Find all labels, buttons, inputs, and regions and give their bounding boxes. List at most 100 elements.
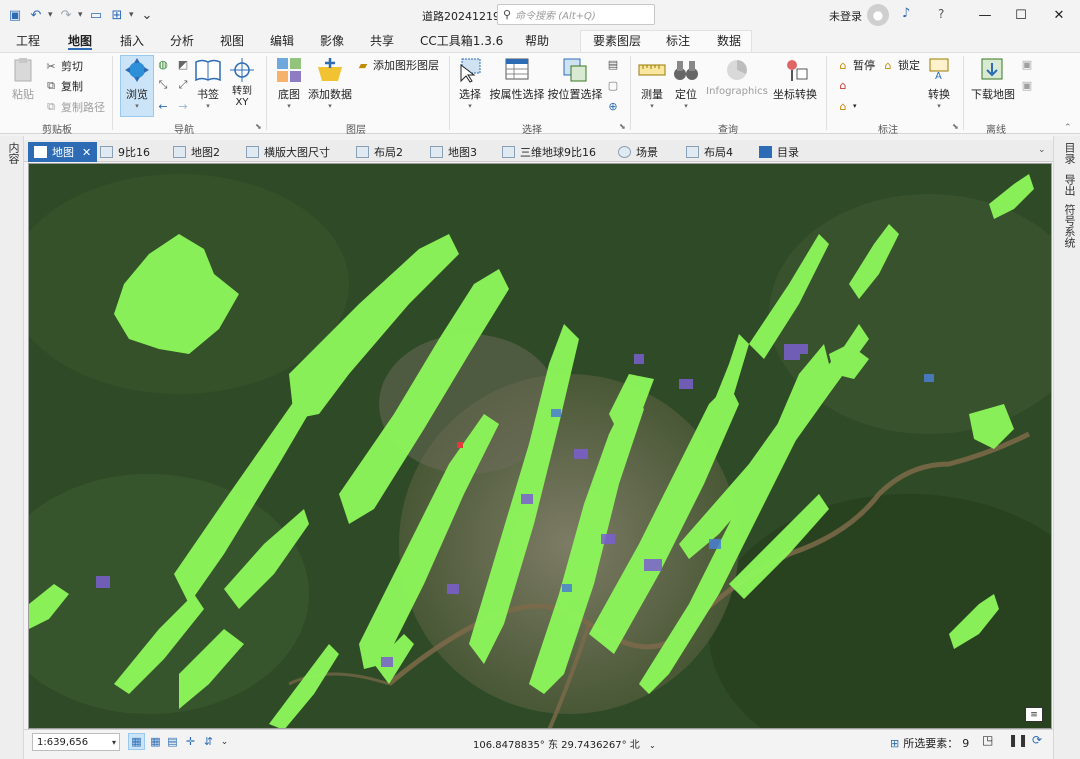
download-map-button[interactable]: 下载地图 <box>970 56 1016 102</box>
notification-bell-icon[interactable]: ♪ <box>902 6 910 21</box>
select-by-attributes-button[interactable]: 按属性选择 <box>489 56 545 102</box>
refresh-icon[interactable]: ⟳ <box>1032 733 1042 747</box>
paste-button[interactable]: 粘贴 <box>8 56 38 102</box>
catalog-pane-tab[interactable]: 目录 <box>1061 142 1077 164</box>
selected-features-count: 9 <box>962 736 970 750</box>
explore-button[interactable]: 浏览 ▾ <box>121 56 153 110</box>
map-view[interactable]: ≡ <box>28 163 1052 729</box>
locate-button[interactable]: 定位 ▾ <box>671 56 701 110</box>
doc-tab-layout2[interactable]: 布局2 <box>356 142 403 162</box>
add-data-button[interactable]: 添加数据 ▾ <box>307 56 353 110</box>
pause-labeling-button[interactable]: ⌂ 暂停 <box>836 57 876 73</box>
next-extent-button[interactable]: → <box>176 99 193 113</box>
select-button[interactable]: 选择 ▾ <box>455 56 485 110</box>
add-graphics-layer-button[interactable]: ▰ 添加图形图层 <box>356 57 439 73</box>
fixed-zoom-in-button[interactable]: ⤡ <box>156 78 173 92</box>
close-button[interactable]: ✕ <box>1036 0 1080 30</box>
basemap-button[interactable]: 底图 ▾ <box>273 56 305 110</box>
refresh-extent-icon[interactable]: ◳ <box>982 733 993 747</box>
tab-imagery[interactable]: 影像 <box>320 32 344 50</box>
tab-data[interactable]: 数据 <box>717 32 741 50</box>
avatar[interactable]: ● <box>867 4 889 26</box>
unplaced-labels-button[interactable]: ⌂ <box>836 78 853 92</box>
doc-tab-scene[interactable]: 场景 <box>618 142 658 162</box>
customize-toolbar-icon[interactable]: ⌄ <box>138 6 156 24</box>
undo-icon[interactable]: ↶ <box>27 6 45 24</box>
tab-feature-layer[interactable]: 要素图层 <box>593 32 641 50</box>
label-options-button[interactable]: ⌂ ▾ <box>836 99 857 113</box>
doc-tab-layout-9x16[interactable]: 9比16 <box>100 142 150 162</box>
copy-button[interactable]: ⧉ 复制 <box>44 78 83 94</box>
locate-dropdown-icon: ▾ <box>684 102 688 110</box>
doc-tab-map[interactable]: 地图 ✕ <box>28 142 98 162</box>
tab-edit[interactable]: 编辑 <box>270 32 294 50</box>
cut-button[interactable]: ✂ 剪切 <box>44 58 83 74</box>
select-by-location-button[interactable]: 按位置选择 <box>547 56 603 102</box>
lock-labeling-button[interactable]: ⌂ 锁定 <box>881 57 921 73</box>
tab-share[interactable]: 共享 <box>370 32 394 50</box>
close-tab-icon[interactable]: ✕ <box>82 146 91 159</box>
tab-cc-toolbox[interactable]: CC工具箱1.3.6 <box>420 32 503 50</box>
snapping-icon[interactable]: ✛ <box>182 733 199 750</box>
redo-icon[interactable]: ↷ <box>57 6 75 24</box>
open-folder-icon[interactable]: ▭ <box>87 6 105 24</box>
coordinates-dropdown-icon[interactable]: ⌄ <box>649 741 656 750</box>
navigate-launcher-icon[interactable]: ⬊ <box>255 122 262 131</box>
list-view-icon[interactable]: ▤ <box>164 733 181 750</box>
selection-launcher-icon[interactable]: ⬊ <box>619 122 626 131</box>
tab-analysis[interactable]: 分析 <box>170 32 194 50</box>
doc-tab-map2[interactable]: 地图2 <box>173 142 220 162</box>
fixed-scale-icon[interactable]: ▦ <box>128 733 145 750</box>
goto-xy-button[interactable]: 转到XY <box>226 56 258 108</box>
status-dropdown-icon[interactable]: ⌄ <box>216 733 233 750</box>
tab-project[interactable]: 工程 <box>16 32 40 50</box>
project-icon[interactable]: ▣ <box>6 6 24 24</box>
save-layout-icon[interactable]: ⊞ <box>108 6 126 24</box>
convert-coordinates-button[interactable]: 坐标转换 <box>773 56 817 102</box>
full-extent-button[interactable]: ◍ <box>156 57 173 71</box>
zoom-to-selection-button[interactable]: ⊕ <box>606 99 623 113</box>
clear-selection-button[interactable]: ▢ <box>606 78 623 92</box>
fixed-zoom-button[interactable]: ◩ <box>176 57 193 71</box>
help-icon[interactable]: ? <box>938 7 944 21</box>
tab-map[interactable]: 地图 <box>68 32 93 50</box>
copy-path-button[interactable]: ⧉ 复制路径 <box>44 99 105 115</box>
infographics-button[interactable]: Infographics <box>704 56 770 97</box>
doc-tab-label: 9比16 <box>118 146 150 159</box>
tab-insert[interactable]: 插入 <box>120 32 144 50</box>
pause-drawing-icon[interactable]: ❚❚ <box>1008 733 1028 747</box>
measure-button[interactable]: 测量 ▾ <box>636 56 668 110</box>
doc-tab-landscape-layout[interactable]: 横版大图尺寸 <box>246 142 330 162</box>
grid-icon[interactable]: ▦ <box>147 733 164 750</box>
command-search-input[interactable]: ⚲ 命令搜索 (Alt+Q) <box>497 4 655 25</box>
previous-extent-button[interactable]: ← <box>156 99 173 113</box>
navigation-arrows-icon[interactable]: ⇵ <box>200 733 217 750</box>
tab-help[interactable]: 帮助 <box>525 32 549 50</box>
doc-tab-catalog[interactable]: 目录 <box>759 142 799 162</box>
doc-tab-layout4[interactable]: 布局4 <box>686 142 733 162</box>
layout-dropdown-icon[interactable]: ▾ <box>129 10 135 20</box>
tab-overflow-icon[interactable]: ⌄ <box>1038 145 1046 155</box>
symbology-pane-tab[interactable]: 符号系统 <box>1061 204 1077 248</box>
redo-dropdown-icon[interactable]: ▾ <box>78 10 84 20</box>
bookmarks-button[interactable]: 书签 ▾ <box>193 56 223 110</box>
convert-labels-button[interactable]: A 转换 ▾ <box>925 56 953 110</box>
map-notes-icon[interactable]: ≡ <box>1025 707 1043 722</box>
sign-in-status[interactable]: 未登录 <box>829 8 862 24</box>
map-scale-input[interactable]: 1:639,656 ▾ <box>32 733 120 751</box>
doc-tab-map3[interactable]: 地图3 <box>430 142 477 162</box>
labeling-launcher-icon[interactable]: ⬊ <box>952 122 959 131</box>
contents-pane-tab[interactable]: 内容 <box>5 142 21 164</box>
lock-label: 锁定 <box>898 59 920 72</box>
sync-button[interactable]: ▣ <box>1020 57 1037 71</box>
tab-labeling[interactable]: 标注 <box>666 32 690 50</box>
doc-tab-3d-globe[interactable]: 三维地球9比16 <box>502 142 596 162</box>
tab-view[interactable]: 视图 <box>220 32 244 50</box>
remove-offline-button[interactable]: ▣ <box>1020 78 1037 92</box>
fixed-zoom-out-button[interactable]: ⤢ <box>176 78 193 92</box>
export-pane-tab[interactable]: 导出 <box>1061 174 1077 196</box>
undo-dropdown-icon[interactable]: ▾ <box>48 10 54 20</box>
attributes-button[interactable]: ▤ <box>606 57 623 71</box>
collapse-ribbon-icon[interactable]: ⌃ <box>1064 123 1072 133</box>
scale-dropdown-icon[interactable]: ▾ <box>112 738 116 747</box>
